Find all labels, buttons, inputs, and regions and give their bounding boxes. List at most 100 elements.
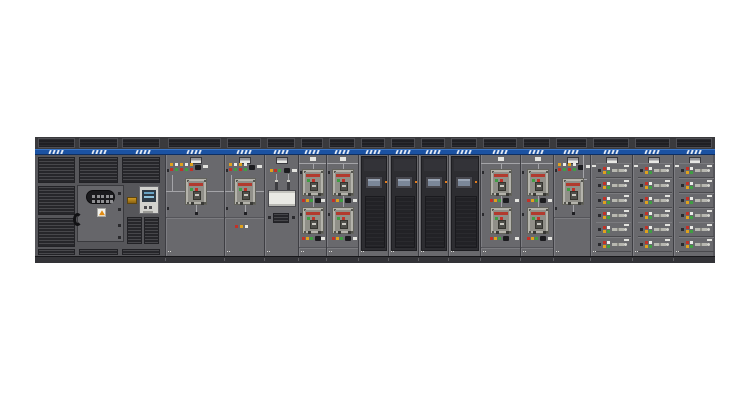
busway-box (268, 190, 296, 207)
circuit-label (229, 251, 230, 252)
handle-notch (659, 214, 661, 217)
handle-tip (624, 199, 627, 202)
indicator-dot (649, 245, 652, 248)
indicator-dot (649, 197, 652, 200)
indicator-dot (603, 226, 606, 229)
circuit-label (707, 165, 712, 167)
circuit-label (168, 251, 169, 252)
circuit-label (676, 251, 677, 252)
brand-logo-icon (603, 150, 619, 154)
indicator-dot (649, 186, 652, 189)
circuit-label (595, 251, 596, 252)
air-circuit-breaker (332, 169, 354, 196)
indicator-dot (603, 197, 606, 200)
circuit-label (483, 251, 484, 252)
render-canvas (0, 0, 750, 400)
circuit-label (598, 228, 601, 231)
base-tick (480, 258, 481, 261)
handle-notch (617, 214, 619, 217)
indicator-dot (690, 186, 693, 189)
drawer-handle (695, 184, 707, 187)
circuit-label (361, 251, 362, 252)
indicator-dot (686, 212, 689, 215)
circuit-label (665, 165, 670, 167)
cable-tap (244, 212, 247, 215)
breaker-handle (312, 223, 316, 225)
circuit-label (321, 237, 325, 240)
indicator-dot (229, 168, 232, 171)
air-circuit-breaker (562, 178, 584, 205)
indicator-dot (645, 216, 648, 219)
circuit-label (707, 239, 712, 241)
handle-notch (700, 228, 702, 231)
breaker-rating-strip (494, 212, 508, 215)
circuit-label (555, 169, 557, 172)
door-lower-inset (365, 196, 385, 248)
monitor-button (149, 206, 152, 209)
door-top-strip (454, 159, 478, 171)
bay-feeder-dual-2 (326, 137, 358, 263)
roof-vent (301, 138, 323, 148)
circuit-label (624, 165, 629, 167)
circuit-label (598, 214, 601, 217)
circuit-label (640, 228, 643, 231)
handle-notch (659, 184, 661, 187)
feeder-drawer (596, 237, 631, 252)
bay-body (553, 155, 590, 256)
indicator-dot (607, 241, 610, 244)
brand-logo-icon (686, 150, 702, 154)
base-tick (520, 258, 521, 261)
breaker-screw (496, 231, 499, 234)
drawer-stack (679, 163, 714, 252)
indicator-dot (573, 168, 576, 171)
screen-glare (398, 179, 410, 181)
connector-pin (106, 195, 109, 198)
handle-notch (659, 243, 661, 246)
door-top-strip (394, 159, 416, 171)
indicator-dot (603, 245, 606, 248)
indicator-dot (690, 241, 693, 244)
indicator-dot (332, 237, 335, 240)
power-led (415, 181, 417, 183)
feeder-drawer (596, 178, 631, 193)
feeder-drawer (638, 178, 672, 193)
indicator-dot (531, 237, 534, 240)
circuit-label (522, 213, 524, 216)
drawer-handle (612, 214, 624, 217)
brand-logo-icon (425, 150, 441, 154)
roof-vent (593, 138, 629, 148)
louver-vent (79, 249, 118, 255)
handle-tip (707, 243, 710, 246)
indicator-dot (234, 163, 237, 166)
feeder-drawer (596, 208, 631, 223)
indicator-dot (603, 171, 606, 174)
indicator-dot (535, 237, 538, 240)
circuit-label (353, 199, 357, 202)
base-tick (673, 258, 674, 261)
indicator-dot (686, 201, 689, 204)
indicator-dot (645, 201, 648, 204)
roof-vent (391, 138, 415, 148)
drawer-stack (596, 163, 631, 252)
indicator-dot (558, 163, 561, 166)
circuit-label (167, 207, 169, 210)
feeder-drawer (679, 193, 714, 208)
breaker-handle (342, 185, 346, 187)
bay-incomer-b (224, 137, 264, 263)
handle-tip (707, 169, 710, 172)
brand-logo-icon (528, 150, 544, 154)
brand-logo-icon (48, 150, 64, 154)
bay-incomer-a (165, 137, 224, 263)
breaker-screw (201, 202, 204, 205)
indicator-dot (494, 199, 497, 202)
bay-feeder-dual-3 (480, 137, 520, 263)
indicator-dot (607, 171, 610, 174)
feeder-drawer (679, 237, 714, 252)
indicator-dot (239, 168, 242, 171)
indicator-dot (607, 182, 610, 185)
breaker-rating-strip (306, 212, 320, 215)
circuit-label (522, 171, 524, 174)
door-seam (225, 217, 265, 218)
handle-tip (624, 214, 627, 217)
control-switch (284, 168, 290, 173)
